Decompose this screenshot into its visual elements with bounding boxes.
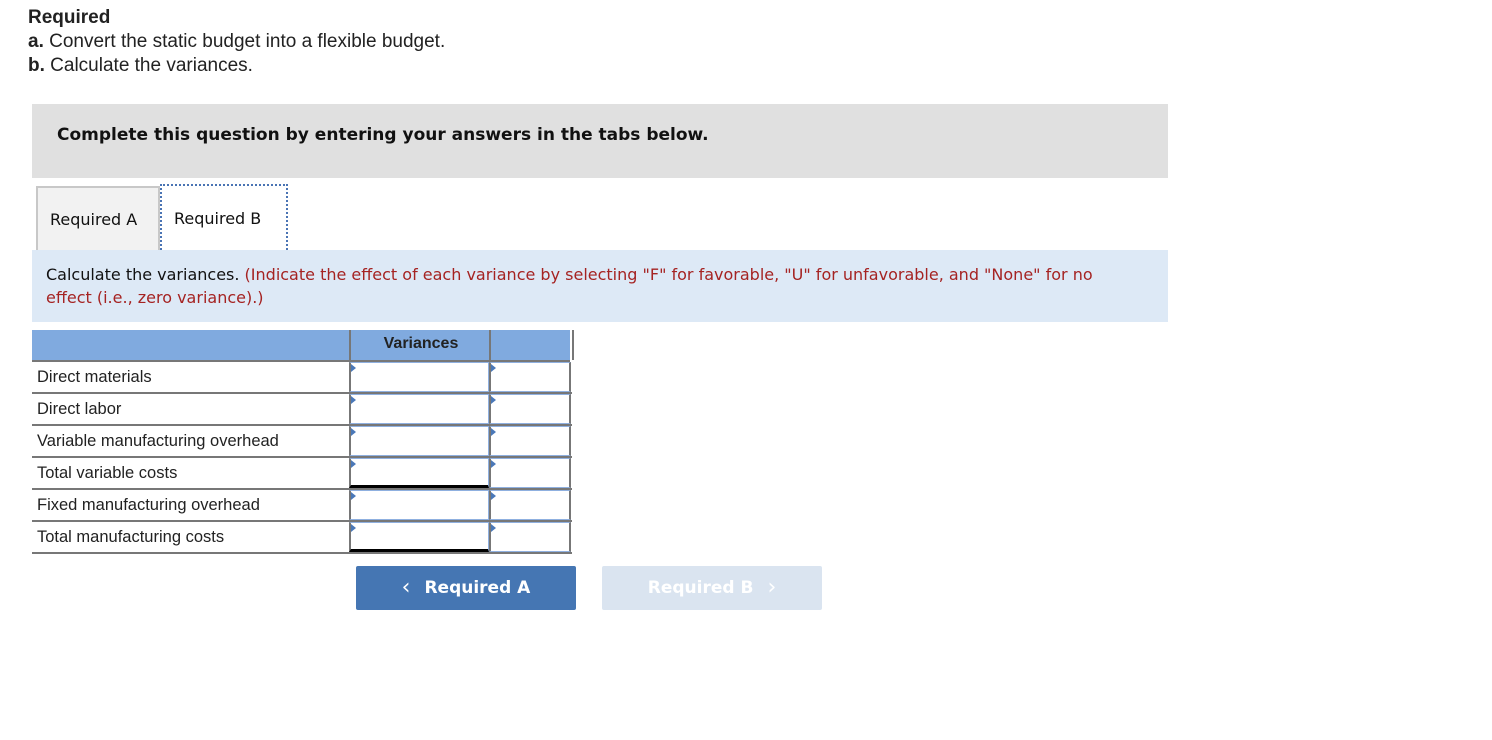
variance-amount-input[interactable]	[351, 523, 488, 549]
row-label: Direct materials	[37, 368, 152, 386]
required-item-b: b. Calculate the variances.	[28, 55, 253, 76]
variance-amount-cell	[349, 394, 489, 424]
row-label: Total manufacturing costs	[37, 528, 225, 546]
variance-effect-select[interactable]	[491, 459, 569, 487]
header-variances: Variances	[349, 330, 491, 360]
table-row: Total variable costs	[32, 458, 572, 490]
variance-effect-select[interactable]	[491, 523, 569, 551]
row-label: Direct labor	[37, 400, 122, 418]
required-title: Required	[28, 7, 111, 28]
row-label-cell: Total variable costs	[32, 458, 349, 488]
variance-effect-cell	[489, 426, 571, 456]
variance-amount-input[interactable]	[351, 459, 488, 485]
prev-required-a-button[interactable]: ‹ Required A	[356, 566, 576, 610]
row-label: Variable manufacturing overhead	[37, 432, 279, 450]
header-effect	[489, 330, 574, 360]
variance-amount-cell	[349, 458, 489, 488]
table-row: Direct materials	[32, 362, 572, 394]
variance-effect-cell	[489, 394, 571, 424]
required-section: Required a. Convert the static budget in…	[28, 6, 445, 78]
variance-amount-input[interactable]	[351, 491, 488, 519]
prompt-main: Calculate the variances.	[46, 265, 240, 284]
row-label: Total variable costs	[37, 464, 178, 482]
variance-amount-cell	[349, 426, 489, 456]
row-label-cell: Fixed manufacturing overhead	[32, 490, 349, 520]
table-header: Variances	[32, 330, 574, 362]
prev-button-label: Required A	[424, 578, 531, 598]
variance-effect-select[interactable]	[491, 427, 569, 455]
variance-amount-input[interactable]	[351, 363, 488, 391]
table-row: Variable manufacturing overhead	[32, 426, 572, 458]
variances-table: Variances Direct materials Direct labor Va…	[32, 330, 574, 554]
variance-amount-cell	[349, 362, 489, 392]
row-label-cell: Total manufacturing costs	[32, 522, 349, 552]
variance-amount-cell	[349, 522, 489, 552]
variance-effect-select[interactable]	[491, 363, 569, 391]
variance-amount-input[interactable]	[351, 395, 488, 423]
prompt-text: Calculate the variances. (Indicate the e…	[46, 263, 1126, 309]
variance-effect-select[interactable]	[491, 395, 569, 423]
instruction-text: Complete this question by entering your …	[57, 125, 709, 145]
required-item-a: a. Convert the static budget into a flex…	[28, 31, 446, 52]
next-button-label: Required B	[647, 578, 754, 598]
variance-amount-input[interactable]	[351, 427, 488, 455]
row-label: Fixed manufacturing overhead	[37, 496, 260, 514]
variance-effect-select[interactable]	[491, 491, 569, 519]
chevron-left-icon: ‹	[401, 575, 411, 600]
row-label-cell: Direct labor	[32, 394, 349, 424]
variance-effect-cell	[489, 362, 571, 392]
variance-effect-cell	[489, 458, 571, 488]
variance-effect-cell	[489, 490, 571, 520]
next-required-b-button: Required B ›	[602, 566, 822, 610]
row-label-cell: Direct materials	[32, 362, 349, 392]
variance-amount-cell	[349, 490, 489, 520]
tab-required-b[interactable]: Required B	[160, 184, 288, 250]
table-row: Direct labor	[32, 394, 572, 426]
instruction-bar: Complete this question by entering your …	[32, 104, 1168, 178]
table-row: Fixed manufacturing overhead	[32, 490, 572, 522]
chevron-right-icon: ›	[767, 575, 777, 600]
prompt-bar: Calculate the variances. (Indicate the e…	[32, 250, 1168, 322]
table-row: Total manufacturing costs	[32, 522, 572, 554]
tab-required-a[interactable]: Required A	[36, 186, 160, 250]
variance-effect-cell	[489, 522, 571, 552]
row-label-cell: Variable manufacturing overhead	[32, 426, 349, 456]
